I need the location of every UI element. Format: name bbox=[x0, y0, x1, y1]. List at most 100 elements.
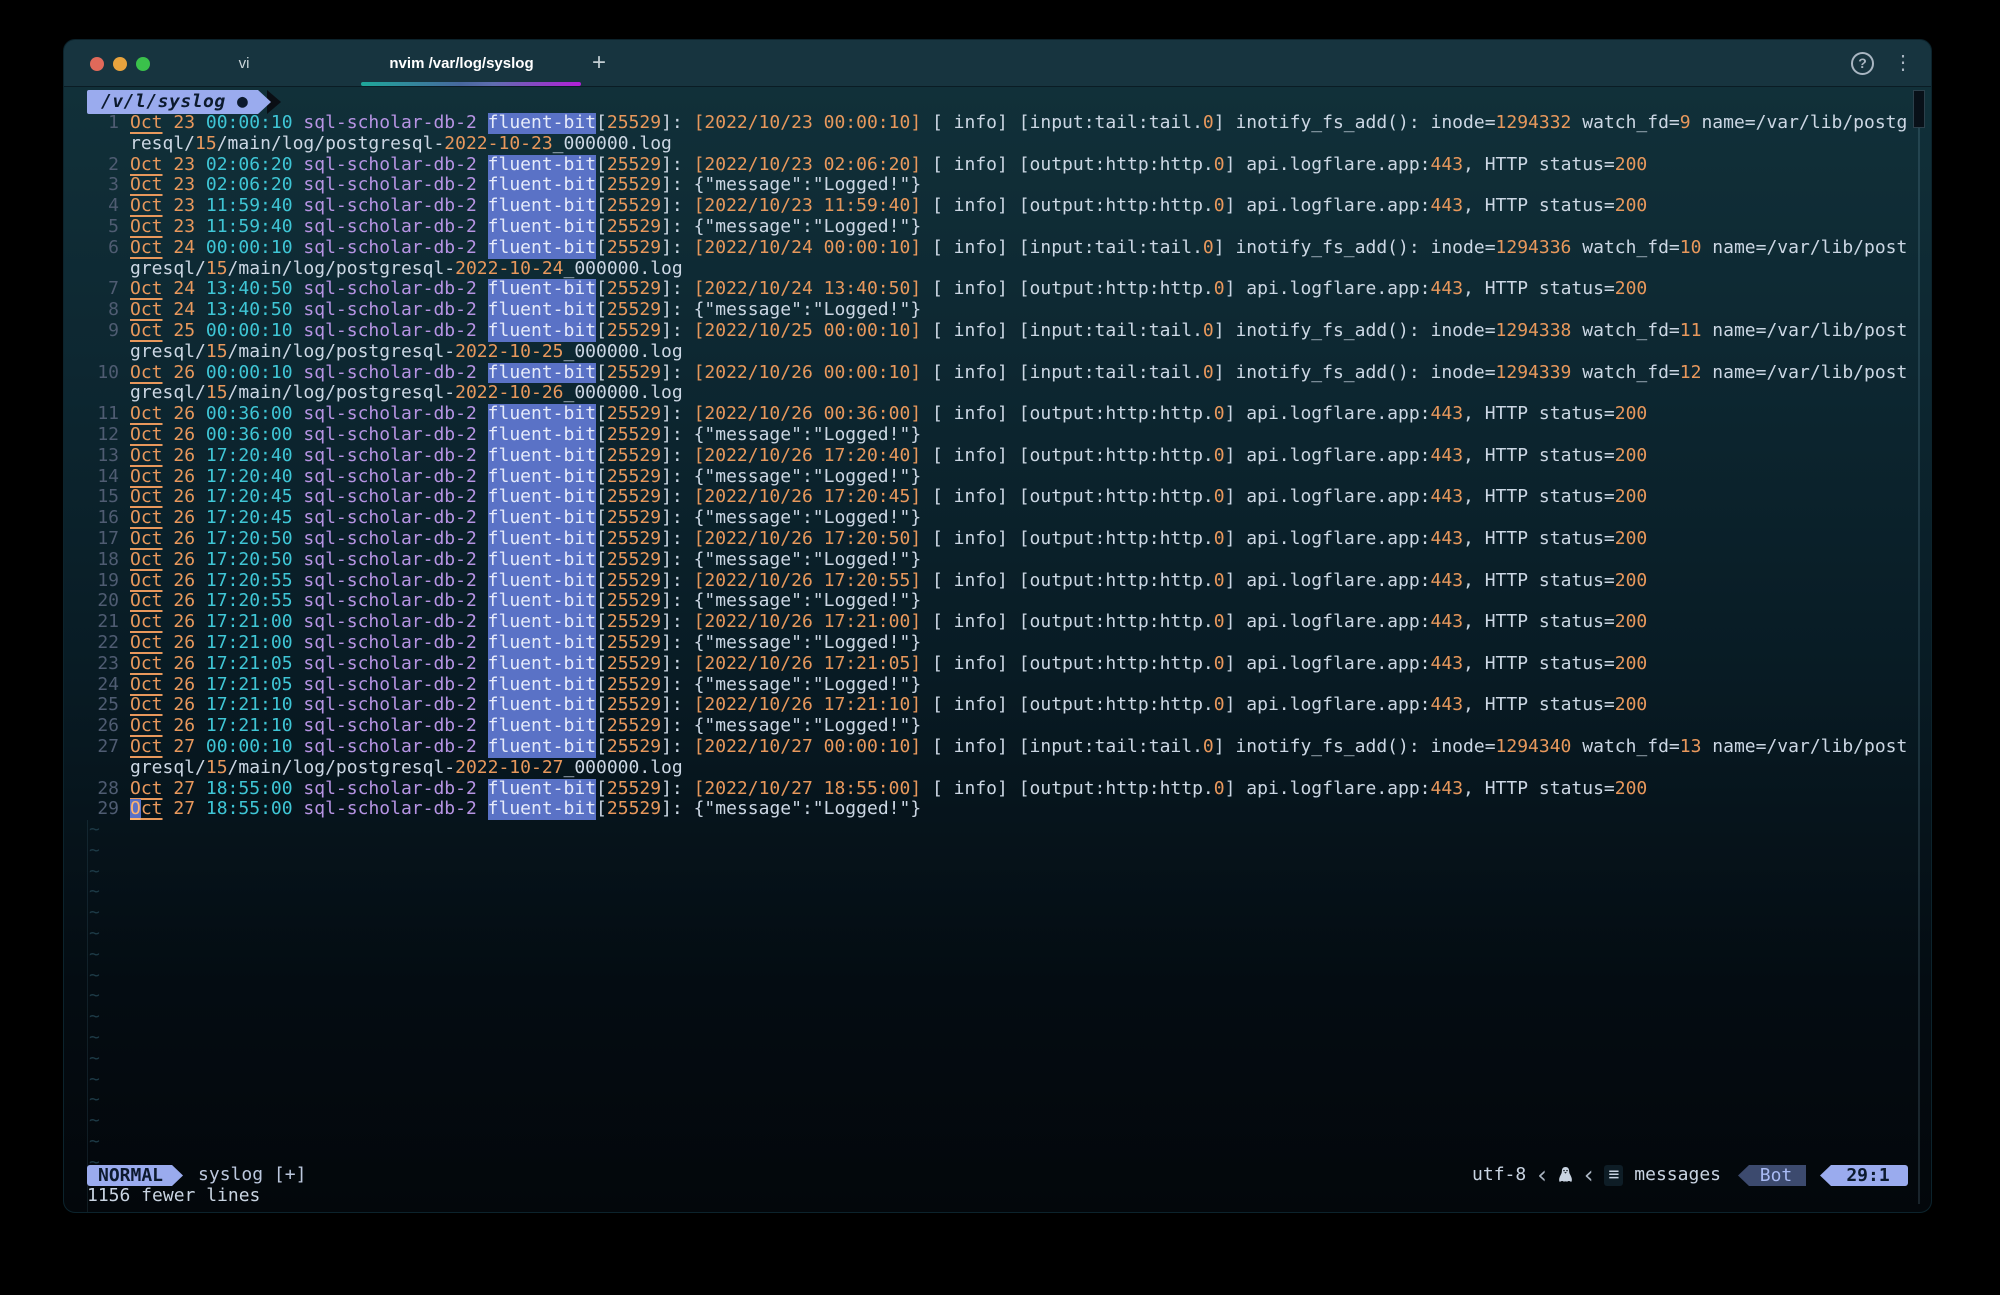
log-line[interactable]: resql/15/main/log/postgresql-2022-10-23_… bbox=[87, 134, 1901, 155]
tilde-marker: ~ bbox=[87, 986, 100, 1007]
log-line[interactable]: 4Oct 23 11:59:40 sql-scholar-db-2 fluent… bbox=[87, 196, 1901, 217]
tilde-marker: ~ bbox=[87, 924, 100, 945]
buffer-tab-syslog[interactable]: /v/l/syslog ● bbox=[87, 90, 258, 114]
empty-buffer-line: ~ bbox=[87, 882, 1901, 903]
tilde-marker: ~ bbox=[87, 1090, 100, 1111]
log-line[interactable]: 22Oct 26 17:21:00 sql-scholar-db-2 fluen… bbox=[87, 633, 1901, 654]
line-number: 28 bbox=[87, 779, 130, 800]
log-line[interactable]: 12Oct 26 00:36:00 sql-scholar-db-2 fluen… bbox=[87, 425, 1901, 446]
empty-buffer-line: ~ bbox=[87, 1049, 1901, 1070]
terminal-content: /v/l/syslog ● 1Oct 23 00:00:10 sql-schol… bbox=[64, 87, 1931, 1212]
linux-penguin-icon bbox=[1558, 1167, 1573, 1184]
tilde-marker: ~ bbox=[87, 903, 100, 924]
line-number: 12 bbox=[87, 425, 130, 446]
log-line[interactable]: 7Oct 24 13:40:50 sql-scholar-db-2 fluent… bbox=[87, 279, 1901, 300]
log-line[interactable]: 1Oct 23 00:00:10 sql-scholar-db-2 fluent… bbox=[87, 113, 1901, 134]
line-number: 3 bbox=[87, 175, 130, 196]
line-number bbox=[87, 758, 130, 779]
tilde-marker: ~ bbox=[87, 945, 100, 966]
empty-buffer-line: ~ bbox=[87, 1007, 1901, 1028]
scrollbar-thumb[interactable] bbox=[1913, 90, 1925, 128]
line-number bbox=[87, 259, 130, 280]
chevron-left-icon: ‹ bbox=[1584, 1165, 1594, 1186]
log-line[interactable]: 19Oct 26 17:20:55 sql-scholar-db-2 fluen… bbox=[87, 571, 1901, 592]
line-number: 6 bbox=[87, 238, 130, 259]
line-number: 14 bbox=[87, 467, 130, 488]
tab-nvim-syslog[interactable]: nvim /var/log/syslog bbox=[354, 40, 569, 86]
log-line[interactable]: 11Oct 26 00:36:00 sql-scholar-db-2 fluen… bbox=[87, 404, 1901, 425]
log-line[interactable]: 6Oct 24 00:00:10 sql-scholar-db-2 fluent… bbox=[87, 238, 1901, 259]
log-line[interactable]: 27Oct 27 00:00:10 sql-scholar-db-2 fluen… bbox=[87, 737, 1901, 758]
close-window-button[interactable] bbox=[90, 57, 104, 71]
line-number: 25 bbox=[87, 695, 130, 716]
new-tab-button[interactable]: + bbox=[582, 46, 616, 80]
line-number: 22 bbox=[87, 633, 130, 654]
log-line[interactable]: gresql/15/main/log/postgresql-2022-10-26… bbox=[87, 383, 1901, 404]
buffer-tab-arrow bbox=[258, 90, 271, 114]
log-line[interactable]: 16Oct 26 17:20:45 sql-scholar-db-2 fluen… bbox=[87, 508, 1901, 529]
log-line[interactable]: 14Oct 26 17:20:40 sql-scholar-db-2 fluen… bbox=[87, 467, 1901, 488]
log-line[interactable]: 29Oct 27 18:55:00 sql-scholar-db-2 fluen… bbox=[87, 799, 1901, 820]
log-line[interactable]: gresql/15/main/log/postgresql-2022-10-24… bbox=[87, 259, 1901, 280]
tilde-marker: ~ bbox=[87, 966, 100, 987]
minimize-window-button[interactable] bbox=[113, 57, 127, 71]
empty-buffer-line: ~ bbox=[87, 1132, 1901, 1153]
log-line[interactable]: 21Oct 26 17:21:00 sql-scholar-db-2 fluen… bbox=[87, 612, 1901, 633]
log-line[interactable]: 9Oct 25 00:00:10 sql-scholar-db-2 fluent… bbox=[87, 321, 1901, 342]
zoom-window-button[interactable] bbox=[136, 57, 150, 71]
log-line[interactable]: 13Oct 26 17:20:40 sql-scholar-db-2 fluen… bbox=[87, 446, 1901, 467]
log-line[interactable]: 24Oct 26 17:21:05 sql-scholar-db-2 fluen… bbox=[87, 675, 1901, 696]
line-number: 27 bbox=[87, 737, 130, 758]
line-number: 8 bbox=[87, 300, 130, 321]
log-line[interactable]: 20Oct 26 17:20:55 sql-scholar-db-2 fluen… bbox=[87, 591, 1901, 612]
line-number: 7 bbox=[87, 279, 130, 300]
line-number bbox=[87, 383, 130, 404]
log-line[interactable]: 28Oct 27 18:55:00 sql-scholar-db-2 fluen… bbox=[87, 779, 1901, 800]
log-line[interactable]: 18Oct 26 17:20:50 sql-scholar-db-2 fluen… bbox=[87, 550, 1901, 571]
statusline-file-label: syslog [+] bbox=[198, 1165, 306, 1186]
tilde-marker: ~ bbox=[87, 1111, 100, 1132]
messages-label: messages bbox=[1634, 1165, 1721, 1186]
log-line[interactable]: 5Oct 23 11:59:40 sql-scholar-db-2 fluent… bbox=[87, 217, 1901, 238]
log-line[interactable]: gresql/15/main/log/postgresql-2022-10-25… bbox=[87, 342, 1901, 363]
scrollbar-track[interactable] bbox=[1918, 90, 1920, 1204]
buffer-rows: 1Oct 23 00:00:10 sql-scholar-db-2 fluent… bbox=[87, 113, 1901, 1174]
log-line[interactable]: 17Oct 26 17:20:50 sql-scholar-db-2 fluen… bbox=[87, 529, 1901, 550]
line-number bbox=[87, 342, 130, 363]
line-number: 18 bbox=[87, 550, 130, 571]
overflow-menu-icon[interactable]: ⋮ bbox=[1889, 53, 1917, 73]
empty-buffer-line: ~ bbox=[87, 924, 1901, 945]
line-number: 9 bbox=[87, 321, 130, 342]
log-line[interactable]: 2Oct 23 02:06:20 sql-scholar-db-2 fluent… bbox=[87, 155, 1901, 176]
line-number: 13 bbox=[87, 446, 130, 467]
log-line[interactable]: 23Oct 26 17:21:05 sql-scholar-db-2 fluen… bbox=[87, 654, 1901, 675]
line-number: 16 bbox=[87, 508, 130, 529]
tilde-marker: ~ bbox=[87, 841, 100, 862]
log-line[interactable]: gresql/15/main/log/postgresql-2022-10-27… bbox=[87, 758, 1901, 779]
tilde-marker: ~ bbox=[87, 862, 100, 883]
log-line[interactable]: 15Oct 26 17:20:45 sql-scholar-db-2 fluen… bbox=[87, 487, 1901, 508]
line-number: 2 bbox=[87, 155, 130, 176]
log-line[interactable]: 8Oct 24 13:40:50 sql-scholar-db-2 fluent… bbox=[87, 300, 1901, 321]
tilde-marker: ~ bbox=[87, 1132, 100, 1153]
help-icon[interactable]: ? bbox=[1851, 52, 1874, 75]
empty-buffer-line: ~ bbox=[87, 945, 1901, 966]
empty-buffer-line: ~ bbox=[87, 1028, 1901, 1049]
tab-vi[interactable]: vi bbox=[179, 40, 309, 86]
log-line[interactable]: 3Oct 23 02:06:20 sql-scholar-db-2 fluent… bbox=[87, 175, 1901, 196]
line-number: 24 bbox=[87, 675, 130, 696]
log-line[interactable]: 26Oct 26 17:21:10 sql-scholar-db-2 fluen… bbox=[87, 716, 1901, 737]
line-number: 20 bbox=[87, 591, 130, 612]
log-line[interactable]: 10Oct 26 00:00:10 sql-scholar-db-2 fluen… bbox=[87, 363, 1901, 384]
log-line[interactable]: 25Oct 26 17:21:10 sql-scholar-db-2 fluen… bbox=[87, 695, 1901, 716]
line-number: 15 bbox=[87, 487, 130, 508]
active-tab-underline bbox=[361, 82, 581, 86]
empty-buffer-line: ~ bbox=[87, 903, 1901, 924]
line-number: 19 bbox=[87, 571, 130, 592]
traffic-lights bbox=[90, 57, 150, 71]
empty-buffer-line: ~ bbox=[87, 1070, 1901, 1091]
tilde-marker: ~ bbox=[87, 1028, 100, 1049]
tilde-marker: ~ bbox=[87, 820, 100, 841]
titlebar: vi nvim /var/log/syslog + ? ⋮ bbox=[64, 40, 1931, 87]
line-number: 4 bbox=[87, 196, 130, 217]
